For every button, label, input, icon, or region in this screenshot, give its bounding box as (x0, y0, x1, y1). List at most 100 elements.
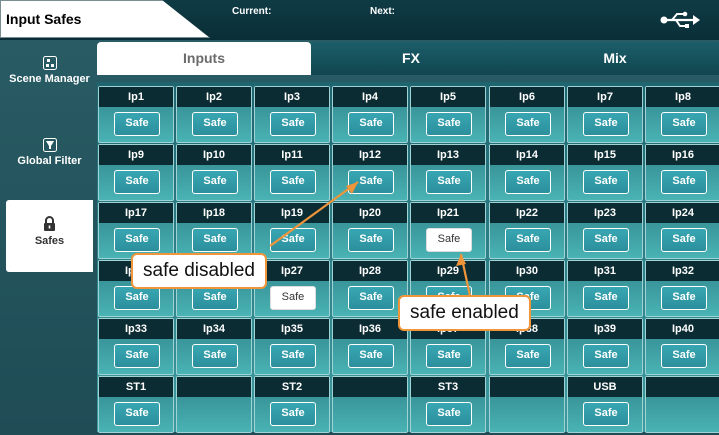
input-safes-screen: Input Safes Current: Next: Scene Manager (0, 0, 719, 435)
safe-toggle-button[interactable]: Safe (270, 402, 316, 426)
channel-name: Ip40 (646, 319, 719, 339)
safe-toggle-button[interactable]: Safe (661, 286, 707, 310)
safe-toggle-button[interactable]: Safe (114, 286, 160, 310)
safe-toggle-button[interactable]: Safe (114, 112, 160, 136)
safe-toggle-button[interactable]: Safe (192, 344, 238, 368)
channel-cell: Ip6 Safe (489, 86, 565, 143)
channel-cell: Ip21 Safe (410, 202, 486, 259)
channel-name: Ip29 (411, 261, 485, 281)
safe-toggle-button[interactable]: Safe (114, 344, 160, 368)
channel-name: Ip12 (333, 145, 407, 165)
safe-toggle-button[interactable]: Safe (348, 286, 394, 310)
safe-toggle-button[interactable]: Safe (583, 228, 629, 252)
safe-toggle-button[interactable]: Safe (192, 170, 238, 194)
callout-safe-disabled: safe disabled (131, 253, 267, 289)
sidebar-item-safes[interactable]: Safes (6, 200, 93, 272)
safe-toggle-button[interactable]: Safe (270, 286, 316, 310)
channel-name (333, 377, 407, 397)
safe-toggle-button[interactable]: Safe (348, 170, 394, 194)
safe-toggle-button[interactable]: Safe (661, 344, 707, 368)
channel-cell: ST1 Safe (98, 376, 174, 433)
safe-toggle-button[interactable]: Safe (583, 402, 629, 426)
channel-cell: USB Safe (567, 376, 643, 433)
safe-toggle-button[interactable]: Safe (270, 228, 316, 252)
channel-cell: Ip12 Safe (332, 144, 408, 201)
safe-toggle-button[interactable]: Safe (270, 170, 316, 194)
channel-name: Ip24 (646, 203, 719, 223)
channel-name: Ip34 (177, 319, 251, 339)
channel-cell: Ip20 Safe (332, 202, 408, 259)
channel-name: Ip14 (490, 145, 564, 165)
safe-toggle-button[interactable]: Safe (505, 112, 551, 136)
channel-cell: ST2 Safe (254, 376, 330, 433)
safe-toggle-button[interactable]: Safe (348, 344, 394, 368)
safe-toggle-button[interactable]: Safe (583, 112, 629, 136)
safe-toggle-button[interactable]: Safe (348, 112, 394, 136)
channel-cell: Ip22 Safe (489, 202, 565, 259)
safe-toggle-button[interactable]: Safe (505, 170, 551, 194)
safe-toggle-button[interactable]: Safe (114, 228, 160, 252)
safe-toggle-button[interactable]: Safe (583, 170, 629, 194)
channel-cell: Ip18 Safe (176, 202, 252, 259)
safe-toggle-button[interactable]: Safe (426, 228, 472, 252)
sidebar-item-label: Scene Manager (9, 73, 90, 85)
channel-name: Ip30 (490, 261, 564, 281)
screen-title: Input Safes (6, 11, 82, 27)
channel-name: Ip9 (99, 145, 173, 165)
channel-name: Ip2 (177, 87, 251, 107)
safe-toggle-button[interactable]: Safe (426, 402, 472, 426)
safe-toggle-button[interactable]: Safe (192, 112, 238, 136)
safe-toggle-button[interactable]: Safe (661, 170, 707, 194)
safe-toggle-button[interactable]: Safe (192, 228, 238, 252)
channel-name: Ip15 (568, 145, 642, 165)
safe-toggle-button[interactable]: Safe (426, 344, 472, 368)
channel-name: ST3 (411, 377, 485, 397)
filter-icon (42, 138, 57, 152)
channel-name: Ip39 (568, 319, 642, 339)
channel-cell: Ip15 Safe (567, 144, 643, 201)
safe-toggle-button[interactable]: Safe (505, 228, 551, 252)
safe-toggle-button[interactable]: Safe (270, 112, 316, 136)
channel-name: Ip8 (646, 87, 719, 107)
channel-name: Ip36 (333, 319, 407, 339)
channel-cell: Ip35 Safe (254, 318, 330, 375)
channel-cell: Ip14 Safe (489, 144, 565, 201)
safe-toggle-button[interactable]: Safe (583, 286, 629, 310)
channel-cell: Ip2 Safe (176, 86, 252, 143)
channel-cell: Ip16 Safe (645, 144, 719, 201)
sidebar-item-scene-manager[interactable]: Scene Manager (6, 56, 93, 106)
sidebar: Scene Manager Global Filter Safes (6, 42, 93, 432)
safe-toggle-button[interactable]: Safe (426, 112, 472, 136)
channel-cell: Ip1 Safe (98, 86, 174, 143)
sidebar-item-label: Global Filter (17, 155, 82, 167)
channel-name: Ip23 (568, 203, 642, 223)
channel-cell: Ip13 Safe (410, 144, 486, 201)
channel-name: Ip17 (99, 203, 173, 223)
safe-toggle-button[interactable]: Safe (192, 286, 238, 310)
safe-toggle-button[interactable]: Safe (348, 228, 394, 252)
safe-toggle-button[interactable]: Safe (270, 344, 316, 368)
channel-cell: Ip3 Safe (254, 86, 330, 143)
safe-toggle-button[interactable]: Safe (583, 344, 629, 368)
channel-cell: ST3 Safe (410, 376, 486, 433)
safe-toggle-button[interactable]: Safe (661, 228, 707, 252)
channel-cell: Ip5 Safe (410, 86, 486, 143)
sidebar-item-global-filter[interactable]: Global Filter (6, 138, 93, 188)
channel-cell: Ip24 Safe (645, 202, 719, 259)
channel-name: Ip7 (568, 87, 642, 107)
channel-name (646, 377, 719, 397)
channel-name: Ip32 (646, 261, 719, 281)
channel-name: Ip21 (411, 203, 485, 223)
channel-cell: Ip28 Safe (332, 260, 408, 317)
safe-toggle-button[interactable]: Safe (114, 170, 160, 194)
safe-toggle-button[interactable]: Safe (505, 344, 551, 368)
tab-mix[interactable]: Mix (511, 42, 719, 75)
safe-toggle-button[interactable]: Safe (661, 112, 707, 136)
safe-toggle-button[interactable]: Safe (114, 402, 160, 426)
tab-bar: Inputs FX Mix (97, 42, 719, 75)
empty-channel-cell (489, 376, 565, 433)
safe-toggle-button[interactable]: Safe (426, 170, 472, 194)
tab-inputs[interactable]: Inputs (97, 42, 311, 75)
tab-fx[interactable]: FX (311, 42, 511, 75)
next-scene-label: Next: (370, 6, 396, 17)
